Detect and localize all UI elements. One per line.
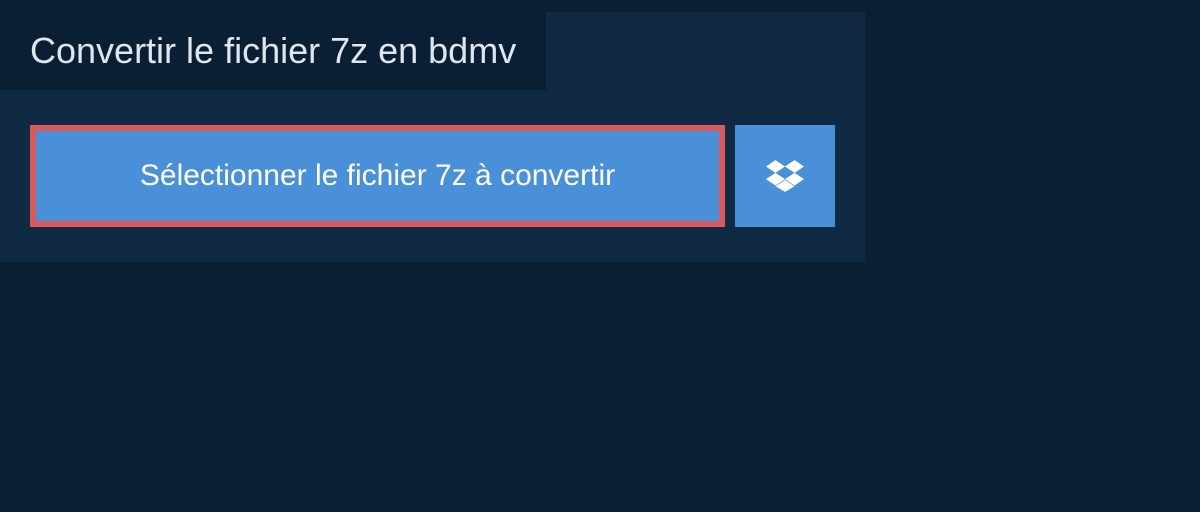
select-file-button[interactable]: Sélectionner le fichier 7z à convertir	[30, 125, 725, 227]
action-row: Sélectionner le fichier 7z à convertir	[0, 90, 865, 227]
dropbox-icon	[766, 157, 804, 195]
dropbox-button[interactable]	[735, 125, 835, 227]
page-title: Convertir le fichier 7z en bdmv	[0, 12, 546, 90]
converter-panel: Convertir le fichier 7z en bdmv Sélectio…	[0, 12, 865, 262]
